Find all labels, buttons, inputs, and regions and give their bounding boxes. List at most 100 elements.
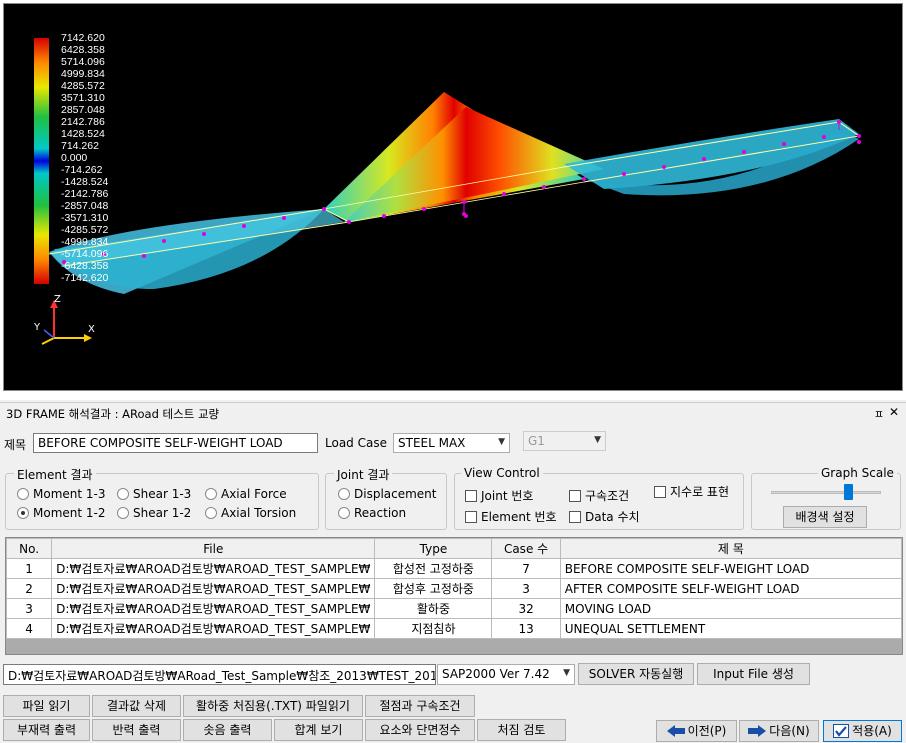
solver-version-value: SAP2000 Ver 7.42 xyxy=(442,667,550,681)
radio-shear-1-3[interactable]: Shear 1-3 xyxy=(117,487,191,501)
checkbox xyxy=(569,510,581,523)
apply-label: 적용(A) xyxy=(852,724,892,738)
legend-value: -4999.834 xyxy=(61,236,109,248)
prev-label: 이전(P) xyxy=(687,724,727,738)
3d-view-canvas[interactable]: 7142.620 6428.358 5714.096 4999.834 4285.572… xyxy=(3,3,903,391)
table-row[interactable]: 1 D:₩검토자료₩AROAD검토방₩AROAD_TEST_SAMPLE₩ 합성전 … xyxy=(5,558,903,579)
table-cell: AFTER COMPOSITE SELF-WEIGHT LOAD xyxy=(559,578,903,599)
column-header[interactable]: Case 수 xyxy=(491,538,561,559)
radio-label: Axial Torsion xyxy=(221,506,297,520)
legend-value: -4285.572 xyxy=(61,224,109,236)
checkbox xyxy=(569,489,581,502)
read-file-button[interactable]: 파일 읽기 xyxy=(3,695,90,717)
element-result-group: Element 결과 xyxy=(5,466,319,530)
legend-value: -6428.358 xyxy=(61,260,109,272)
legend-value: 0.000 xyxy=(61,152,88,164)
check-label: Element 번호 xyxy=(481,510,557,524)
close-icon[interactable]: ✕ xyxy=(889,405,899,419)
column-header[interactable]: Type xyxy=(374,538,493,559)
radio-axial-force[interactable]: Axial Force xyxy=(205,487,287,501)
apply-button[interactable]: 적용(A) xyxy=(823,720,902,742)
table-row[interactable]: 4 D:₩검토자료₩AROAD검토방₩AROAD_TEST_SAMPLE₩ 지점침하… xyxy=(5,618,903,639)
radio-moment-1-3[interactable]: Moment 1-3 xyxy=(17,487,106,501)
legend-value: 7142.620 xyxy=(61,32,105,44)
viewport-area: 7142.620 6428.358 5714.096 4999.834 4285.572… xyxy=(0,0,906,400)
prev-button[interactable]: 이전(P) xyxy=(656,720,737,742)
radio-label: Shear 1-2 xyxy=(133,506,192,520)
graph-scale-legend: Graph Scale xyxy=(818,466,897,480)
legend-value: -3571.310 xyxy=(61,212,109,224)
check-data-value[interactable]: Data 수치 xyxy=(569,508,640,525)
column-header[interactable]: No. xyxy=(5,538,53,559)
graph-scale-track xyxy=(771,491,881,494)
radio-dot xyxy=(117,488,129,500)
chevron-down-icon: ▼ xyxy=(563,668,570,678)
table-cell: 합성전 고정하중 xyxy=(374,558,493,579)
element-section-button[interactable]: 요소와 단면정수 xyxy=(365,719,475,741)
joint-constraint-button[interactable]: 절점과 구속조건 xyxy=(365,695,475,717)
axis-y-label: Y xyxy=(34,322,41,333)
radio-axial-torsion[interactable]: Axial Torsion xyxy=(205,506,296,520)
solver-version-select[interactable]: SAP2000 Ver 7.42 ▼ xyxy=(437,664,575,685)
camber-output-button[interactable]: 솟음 출력 xyxy=(183,719,272,741)
radio-dot xyxy=(117,507,129,519)
table-cell: 13 xyxy=(491,618,561,639)
checkbox xyxy=(465,510,477,523)
axis-triad-icon xyxy=(41,300,92,345)
check-label: 지수로 표현 xyxy=(670,485,730,499)
table-cell: 지점침하 xyxy=(374,618,493,639)
file-table: No. File Type Case 수제 목 1 D:₩검토자료₩AROAD검토방₩A… xyxy=(5,537,903,655)
delete-results-button[interactable]: 결과값 삭제 xyxy=(92,695,181,717)
radio-shear-1-2[interactable]: Shear 1-2 xyxy=(117,506,191,520)
radio-label: Axial Force xyxy=(221,487,287,501)
table-cell: D:₩검토자료₩AROAD검토방₩AROAD_TEST_SAMPLE₩ xyxy=(51,618,376,639)
legend-value: 4285.572 xyxy=(61,80,105,92)
reaction-output-button[interactable]: 반력 출력 xyxy=(92,719,181,741)
legend-value: -714.262 xyxy=(61,164,103,176)
radio-moment-1-2[interactable]: Moment 1-2 xyxy=(17,506,106,520)
legend-value: 2857.048 xyxy=(61,104,105,116)
solver-run-button[interactable]: SOLVER 자동실행 xyxy=(578,663,694,685)
path-input[interactable]: D:₩검토자료₩AROAD검토방₩ARoad_Test_Sample₩참조_20… xyxy=(3,664,436,685)
input-file-button[interactable]: Input File 생성 xyxy=(697,663,810,685)
table-row[interactable]: 3 D:₩검토자료₩AROAD검토방₩AROAD_TEST_SAMPLE₩ 활하중 3… xyxy=(5,598,903,619)
graph-scale-slider[interactable] xyxy=(844,484,853,500)
bg-color-button[interactable]: 배경색 설정 xyxy=(783,506,867,528)
radio-dot xyxy=(338,507,350,519)
column-header[interactable]: File xyxy=(51,538,376,559)
next-button[interactable]: 다음(N) xyxy=(739,720,819,742)
table-cell: MOVING LOAD xyxy=(559,598,903,619)
legend-value: 2142.786 xyxy=(61,116,105,128)
pin-icon[interactable]: ㅍ xyxy=(874,406,884,422)
girder-value: G1 xyxy=(528,434,545,448)
panel-title: 3D FRAME 해석결과 : ARoad 테스트 교량 xyxy=(6,407,220,421)
radio-label: Shear 1-3 xyxy=(133,487,192,501)
check-joint-number[interactable]: Joint 번호 xyxy=(465,487,533,504)
column-header[interactable]: 제 목 xyxy=(559,538,903,559)
radio-displacement[interactable]: Displacement xyxy=(338,487,437,501)
check-exponent[interactable]: 지수로 표현 xyxy=(654,483,729,500)
legend-value: 5714.096 xyxy=(61,56,105,68)
table-cell: 3 xyxy=(491,578,561,599)
table-row[interactable]: 2 D:₩검토자료₩AROAD검토방₩AROAD_TEST_SAMPLE₩ 합성후 … xyxy=(5,578,903,599)
title-input[interactable]: BEFORE COMPOSITE SELF-WEIGHT LOAD xyxy=(33,433,318,453)
view-group-legend: View Control xyxy=(461,466,543,480)
table-cell: UNEQUAL SETTLEMENT xyxy=(559,618,903,639)
member-force-output-button[interactable]: 부재력 출력 xyxy=(3,719,90,741)
title-label: 제목 xyxy=(4,438,27,452)
table-cell: 1 xyxy=(5,558,53,579)
sum-view-button[interactable]: 합계 보기 xyxy=(274,719,363,741)
radio-label: Reaction xyxy=(354,506,407,520)
read-deflection-file-button[interactable]: 활하중 처짐용(.TXT) 파일읽기 xyxy=(183,695,363,717)
radio-reaction[interactable]: Reaction xyxy=(338,506,406,520)
check-element-number[interactable]: Element 번호 xyxy=(465,508,557,525)
radio-label: Moment 1-2 xyxy=(33,506,106,520)
axis-x-label: X xyxy=(88,324,95,335)
deflection-check-button[interactable]: 처짐 검토 xyxy=(477,719,566,741)
loadcase-select[interactable]: STEEL MAX ▼ xyxy=(393,433,510,453)
check-constraint[interactable]: 구속조건 xyxy=(569,487,629,504)
arrow-left-icon xyxy=(666,725,685,737)
legend-value: 3571.310 xyxy=(61,92,105,104)
table-cell: 7 xyxy=(491,558,561,579)
frame-diagram xyxy=(34,38,861,345)
